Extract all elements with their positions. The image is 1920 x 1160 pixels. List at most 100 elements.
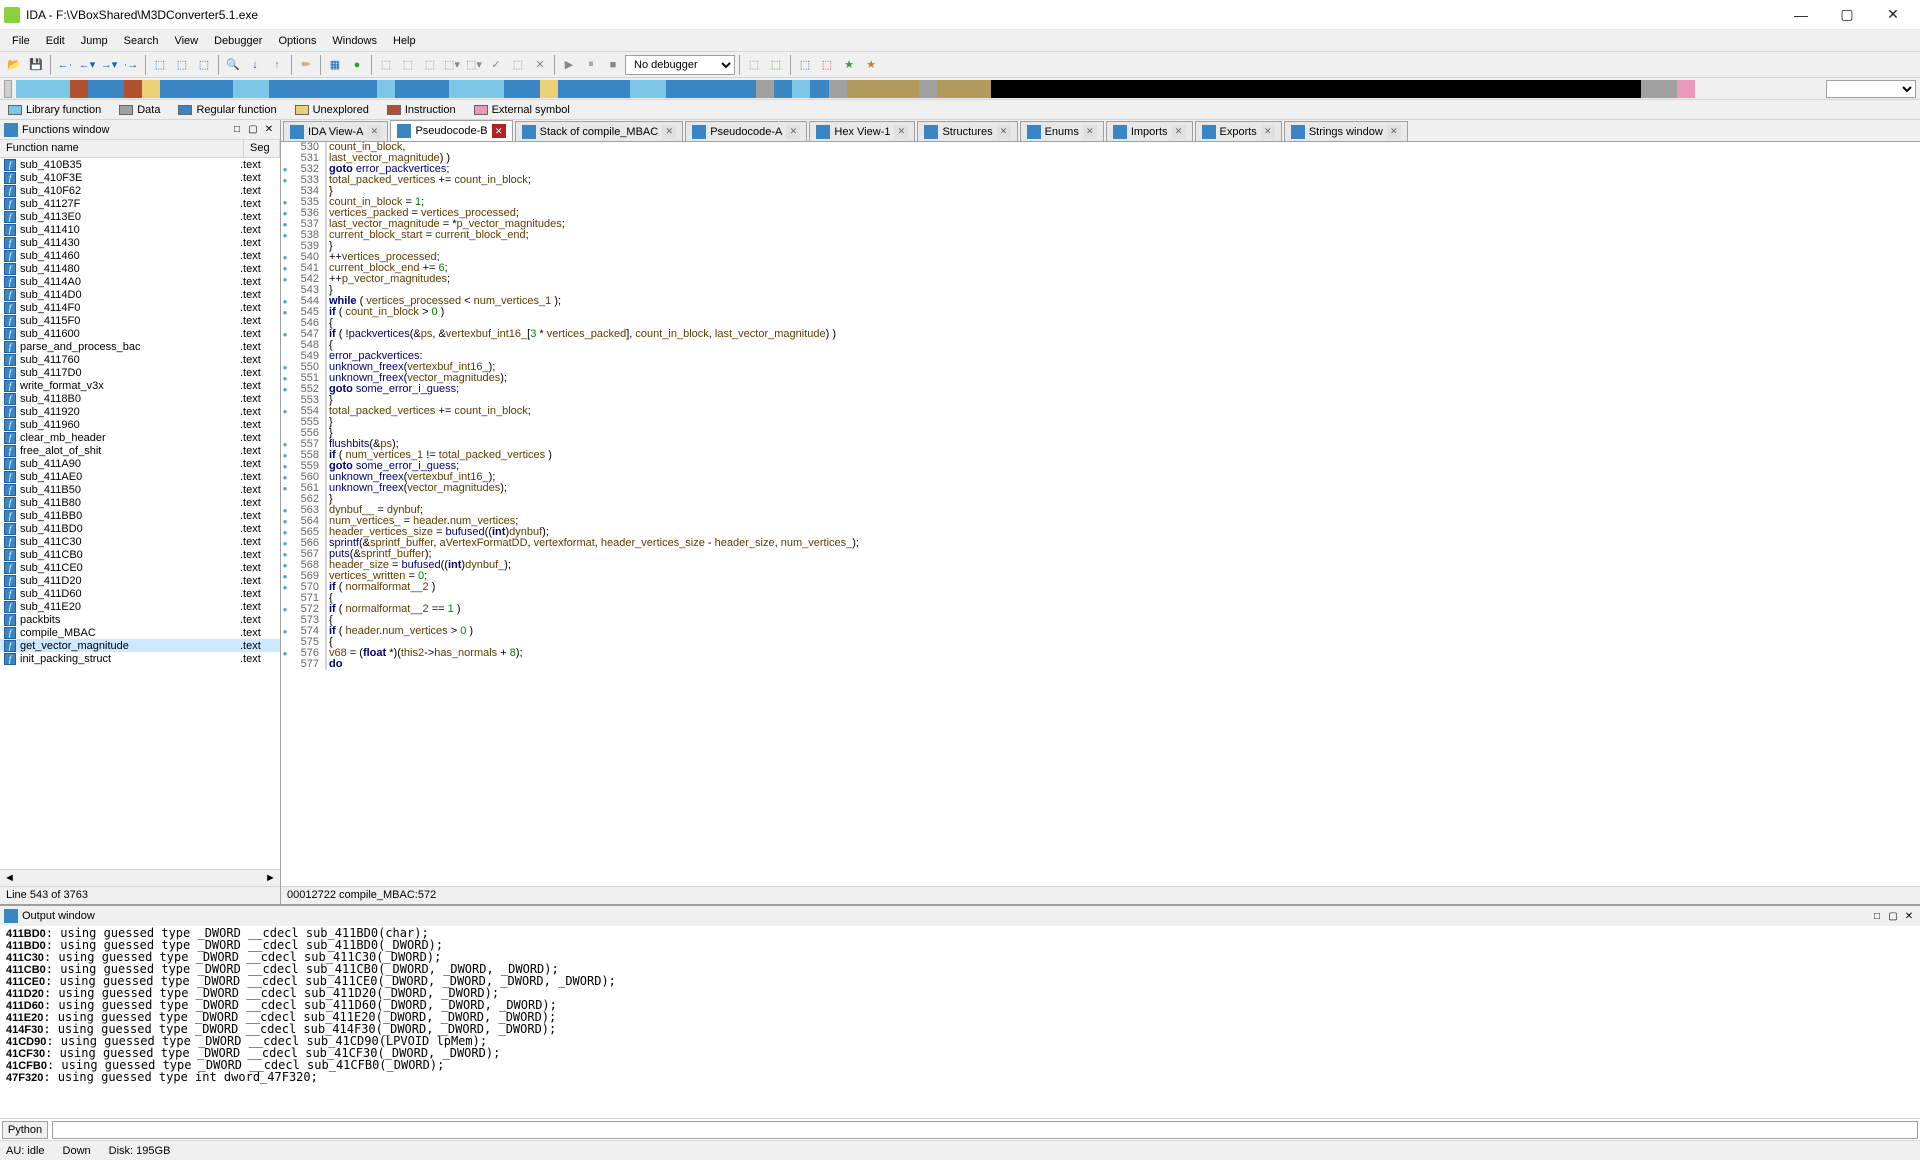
tab-structures[interactable]: Structures✕ [917, 121, 1017, 141]
function-row[interactable]: fsub_411C30.text [0, 535, 280, 548]
breakpoint-gutter[interactable] [281, 384, 289, 395]
minimize-button[interactable]: — [1778, 0, 1824, 30]
function-row[interactable]: fsub_411600.text [0, 327, 280, 340]
breakpoint-gutter[interactable] [281, 604, 289, 615]
nav-back-menu[interactable]: ←▾ [77, 55, 97, 75]
breakpoint-gutter[interactable] [281, 230, 289, 241]
code-line[interactable]: 535 count_in_block = 1; [281, 197, 1920, 208]
code-line[interactable]: 531 last_vector_magnitude) ) [281, 153, 1920, 164]
tab-stack-of-compile_mbac[interactable]: Stack of compile_MBAC✕ [515, 121, 684, 141]
code-line[interactable]: 574 if ( header.num_vertices > 0 ) [281, 626, 1920, 637]
debugger-select[interactable]: No debugger [625, 55, 735, 75]
function-row[interactable]: fsub_4114D0.text [0, 288, 280, 301]
function-row[interactable]: fsub_4113E0.text [0, 210, 280, 223]
menu-edit[interactable]: Edit [38, 33, 73, 49]
tab-close-icon[interactable]: ✕ [367, 125, 381, 139]
code-line[interactable]: 570 if ( normalformat__2 ) [281, 582, 1920, 593]
function-row[interactable]: fsub_411460.text [0, 249, 280, 262]
output-text[interactable]: 411BD0: using guessed type _DWORD __cdec… [0, 926, 1920, 1118]
code-line[interactable]: 562 } [281, 494, 1920, 505]
function-row[interactable]: fsub_411480.text [0, 262, 280, 275]
breakpoint-gutter[interactable] [281, 527, 289, 538]
debug-pause-button[interactable]: ⏸ [581, 55, 601, 75]
breakpoint-gutter[interactable] [281, 263, 289, 274]
breakpoint-gutter[interactable] [281, 461, 289, 472]
maximize-button[interactable]: ▢ [1824, 0, 1870, 30]
graph-button[interactable]: ▦ [325, 55, 345, 75]
code-line[interactable]: 538 current_block_start = current_block_… [281, 230, 1920, 241]
breakpoint-gutter[interactable] [281, 417, 289, 428]
breakpoint-gutter[interactable] [281, 637, 289, 648]
breakpoint-gutter[interactable] [281, 593, 289, 604]
function-row[interactable]: fsub_411920.text [0, 405, 280, 418]
breakpoint-gutter[interactable] [281, 560, 289, 571]
close-button[interactable]: ✕ [1870, 0, 1916, 30]
code-line[interactable]: 569 vertices_written = 0; [281, 571, 1920, 582]
function-row[interactable]: fsub_411760.text [0, 353, 280, 366]
code-line[interactable]: 544 while ( vertices_processed < num_ver… [281, 296, 1920, 307]
tb-i[interactable]: ✓ [486, 55, 506, 75]
tab-enums[interactable]: Enums✕ [1020, 121, 1104, 141]
function-row[interactable]: fsub_411430.text [0, 236, 280, 249]
output-max-button[interactable]: ▢ [1886, 909, 1900, 923]
nav-zoom-select[interactable] [1826, 80, 1916, 98]
breakpoint-gutter[interactable] [281, 648, 289, 659]
function-row[interactable]: fget_vector_magnitude.text [0, 639, 280, 652]
col-function-name[interactable]: Function name [0, 140, 244, 157]
function-row[interactable]: fsub_4114F0.text [0, 301, 280, 314]
nav-back-button[interactable]: ←· [55, 55, 75, 75]
code-line[interactable]: 577 do [281, 659, 1920, 670]
tab-imports[interactable]: Imports✕ [1106, 121, 1193, 141]
code-line[interactable]: 550 unknown_freex(vertexbuf_int16_); [281, 362, 1920, 373]
nav-fwd-button[interactable]: ·→ [121, 55, 141, 75]
tab-pseudocode-a[interactable]: Pseudocode-A✕ [685, 121, 807, 141]
code-line[interactable]: 567 puts(&sprintf_buffer); [281, 549, 1920, 560]
breakpoint-gutter[interactable] [281, 362, 289, 373]
breakpoint-gutter[interactable] [281, 274, 289, 285]
function-row[interactable]: fsub_410F62.text [0, 184, 280, 197]
function-row[interactable]: finit_packing_struct.text [0, 652, 280, 665]
code-line[interactable]: 561 unknown_freex(vector_magnitudes); [281, 483, 1920, 494]
breakpoint-gutter[interactable] [281, 164, 289, 175]
function-row[interactable]: fsub_411D60.text [0, 587, 280, 600]
code-line[interactable]: 542 ++p_vector_magnitudes; [281, 274, 1920, 285]
panel-max-button[interactable]: ▢ [246, 123, 260, 137]
breakpoint-gutter[interactable] [281, 307, 289, 318]
tab-close-icon[interactable]: ✕ [1387, 125, 1401, 139]
tb-e[interactable]: ⬚ [398, 55, 418, 75]
code-editor[interactable]: 530 count_in_block,531 last_vector_magni… [281, 142, 1920, 886]
breakpoint-gutter[interactable] [281, 549, 289, 560]
function-row[interactable]: fsub_4115F0.text [0, 314, 280, 327]
output-restore-button[interactable]: □ [1870, 909, 1884, 923]
breakpoint-gutter[interactable] [281, 505, 289, 516]
function-row[interactable]: fsub_4118B0.text [0, 392, 280, 405]
menu-view[interactable]: View [166, 33, 206, 49]
breakpoint-gutter[interactable] [281, 483, 289, 494]
function-row[interactable]: fsub_410B35.text [0, 158, 280, 171]
code-line[interactable]: 555 } [281, 417, 1920, 428]
function-row[interactable]: fsub_411410.text [0, 223, 280, 236]
function-row[interactable]: fwrite_format_v3x.text [0, 379, 280, 392]
tab-close-icon[interactable]: ✕ [662, 125, 676, 139]
function-row[interactable]: fsub_411A90.text [0, 457, 280, 470]
tab-pseudocode-b[interactable]: Pseudocode-B✕ [390, 120, 512, 141]
function-row[interactable]: fsub_411960.text [0, 418, 280, 431]
function-row[interactable]: fsub_411BD0.text [0, 522, 280, 535]
breakpoint-gutter[interactable] [281, 329, 289, 340]
breakpoint-gutter[interactable] [281, 439, 289, 450]
tab-close-icon[interactable]: ✕ [492, 124, 506, 138]
tb-g[interactable]: ⬚▾ [442, 55, 462, 75]
search-button[interactable]: 🔍 [223, 55, 243, 75]
tab-exports[interactable]: Exports✕ [1195, 121, 1282, 141]
breakpoint-gutter[interactable] [281, 373, 289, 384]
menu-options[interactable]: Options [270, 33, 324, 49]
tb-d[interactable]: ⬚ [376, 55, 396, 75]
code-line[interactable]: 559 goto some_error_i_guess; [281, 461, 1920, 472]
breakpoint-gutter[interactable] [281, 450, 289, 461]
breakpoint-gutter[interactable] [281, 175, 289, 186]
function-row[interactable]: fsub_411CB0.text [0, 548, 280, 561]
tab-ida-view-a[interactable]: IDA View-A✕ [283, 121, 388, 141]
breakpoint-gutter[interactable] [281, 494, 289, 505]
tb-q[interactable]: ★ [861, 55, 881, 75]
functions-hscroll[interactable]: ◄► [0, 869, 280, 886]
